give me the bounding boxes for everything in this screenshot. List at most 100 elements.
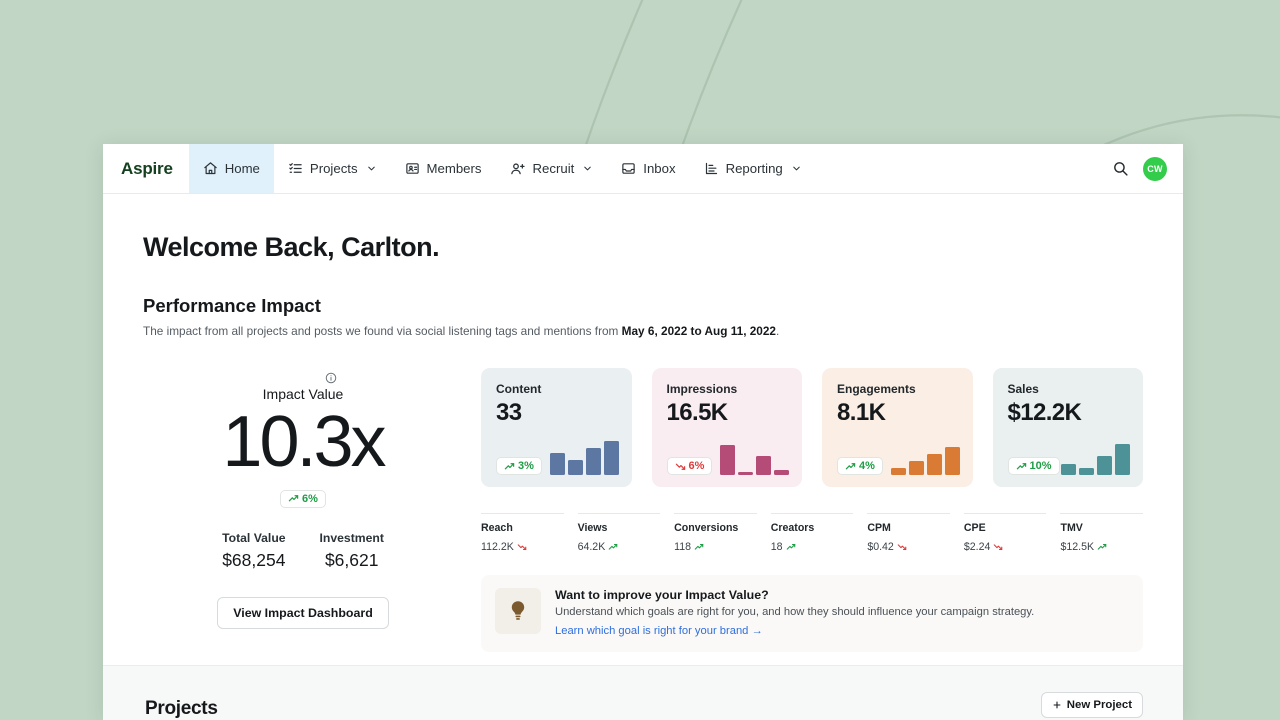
chevron-down-icon (366, 163, 377, 174)
metric-card-impressions[interactable]: Impressions16.5K6% (652, 368, 803, 487)
chevron-down-icon (582, 163, 593, 174)
user-plus-icon (510, 161, 526, 177)
impact-value-panel: Impact Value 10.3x 6% Total Value $68,25… (143, 368, 463, 652)
spark-bar (756, 456, 771, 475)
stat-number: $12.5K (1060, 541, 1094, 553)
metric-card-title: Content (496, 382, 617, 396)
contact-card-icon (405, 161, 420, 176)
nav-item-members[interactable]: Members (391, 144, 496, 193)
stat-number: 64.2K (578, 541, 606, 553)
impact-value-header: Impact Value (143, 372, 463, 402)
info-circle-icon[interactable] (325, 372, 337, 384)
nav-label-inbox: Inbox (643, 161, 675, 176)
metric-card-value: $12.2K (1008, 399, 1129, 427)
inbox-icon (621, 161, 636, 176)
stat-tmv: TMV $12.5K (1060, 513, 1143, 553)
promo-text-wrap: Want to improve your Impact Value? Under… (555, 588, 1034, 639)
lightbulb-icon (506, 599, 530, 623)
total-value-label: Total Value (222, 531, 285, 545)
stat-label: TMV (1060, 522, 1143, 534)
nav-item-inbox[interactable]: Inbox (607, 144, 689, 193)
app-window: Aspire Home Projects Members (103, 144, 1183, 720)
metric-card-title: Impressions (667, 382, 788, 396)
nav-label-recruit: Recruit (533, 161, 575, 176)
spark-bar (738, 472, 753, 475)
stat-cpe: CPE $2.24 (964, 513, 1047, 553)
spark-bar (1061, 464, 1076, 475)
metrics-panel: Content333%Impressions16.5K6%Engagements… (463, 368, 1143, 652)
spark-bar (1115, 444, 1130, 475)
nav-item-home[interactable]: Home (189, 144, 274, 193)
impact-grid: Impact Value 10.3x 6% Total Value $68,25… (143, 368, 1143, 652)
logo-text: Aspire (121, 159, 173, 179)
stat-label: Conversions (674, 522, 757, 534)
metric-card-bottom: 3% (496, 435, 619, 475)
stat-views: Views 64.2K (578, 513, 661, 553)
new-project-label: New Project (1067, 699, 1132, 711)
stat-value: $2.24 (964, 541, 1047, 553)
stat-label: Creators (771, 522, 854, 534)
nav-label-members: Members (427, 161, 482, 176)
stat-number: 18 (771, 541, 783, 553)
spark-bar (945, 447, 960, 475)
metric-change-value: 10% (1030, 460, 1052, 472)
bar-report-icon (704, 161, 719, 176)
stat-number: $0.42 (867, 541, 894, 553)
metric-cards: Content333%Impressions16.5K6%Engagements… (481, 368, 1143, 487)
avatar-initials: CW (1147, 164, 1163, 174)
investment-block: Investment $6,621 (320, 531, 384, 571)
nav-label-projects: Projects (310, 161, 358, 176)
nav-item-projects[interactable]: Projects (274, 144, 391, 193)
stat-label: Reach (481, 522, 564, 534)
trend-up-icon (694, 542, 704, 552)
metric-card-bottom: 10% (1008, 435, 1131, 475)
spark-bar (1097, 456, 1112, 475)
metric-card-sales[interactable]: Sales$12.2K10% (993, 368, 1144, 487)
metric-change-value: 3% (518, 460, 534, 472)
trend-down-icon (897, 542, 907, 552)
stat-label: Views (578, 522, 661, 534)
metric-change-badge: 3% (496, 457, 542, 475)
page-content: Welcome Back, Carlton. Performance Impac… (103, 194, 1183, 652)
impact-value-label: Impact Value (263, 386, 344, 402)
metric-change-value: 6% (689, 460, 705, 472)
nav-item-reporting[interactable]: Reporting (690, 144, 816, 193)
investment-amount: $6,621 (320, 550, 384, 571)
spark-bar (1079, 468, 1094, 475)
stat-value: $12.5K (1060, 541, 1143, 553)
spark-bar (604, 441, 619, 475)
stat-reach: Reach 112.2K (481, 513, 564, 553)
total-value-block: Total Value $68,254 (222, 531, 285, 571)
trend-down-icon (675, 461, 686, 472)
trend-up-icon (504, 461, 515, 472)
metric-card-content[interactable]: Content 33 3% (481, 368, 632, 487)
trend-up-icon (288, 493, 299, 504)
spark-bar (720, 445, 735, 475)
trend-up-icon (1097, 542, 1107, 552)
avatar[interactable]: CW (1143, 157, 1167, 181)
new-project-button[interactable]: New Project (1041, 692, 1143, 718)
spark-bar (568, 460, 583, 475)
nav-item-recruit[interactable]: Recruit (496, 144, 608, 193)
promo-description: Understand which goals are right for you… (555, 606, 1034, 618)
stat-number: 112.2K (481, 541, 514, 553)
promo-banner: Want to improve your Impact Value? Under… (481, 575, 1143, 652)
metric-card-bottom: 4% (837, 435, 960, 475)
metric-card-value: 8.1K (837, 399, 958, 427)
page-title: Welcome Back, Carlton. (143, 232, 1143, 263)
view-impact-dashboard-button[interactable]: View Impact Dashboard (217, 597, 389, 629)
promo-link[interactable]: Learn which goal is right for your brand… (555, 625, 763, 637)
metric-card-value: 33 (496, 399, 617, 427)
spark-bar (586, 448, 601, 475)
trend-up-icon (608, 542, 618, 552)
section-title-performance-impact: Performance Impact (143, 295, 1143, 317)
search-icon[interactable] (1112, 160, 1129, 177)
stat-creators: Creators 18 (771, 513, 854, 553)
spark-bar (550, 453, 565, 475)
metric-sparkline-chart (720, 435, 789, 475)
app-logo[interactable]: Aspire (103, 144, 189, 193)
metric-card-engagements[interactable]: Engagements8.1K4% (822, 368, 973, 487)
impact-value-number: 10.3x (143, 404, 463, 482)
stat-label: CPE (964, 522, 1047, 534)
top-navigation-bar: Aspire Home Projects Members (103, 144, 1183, 194)
